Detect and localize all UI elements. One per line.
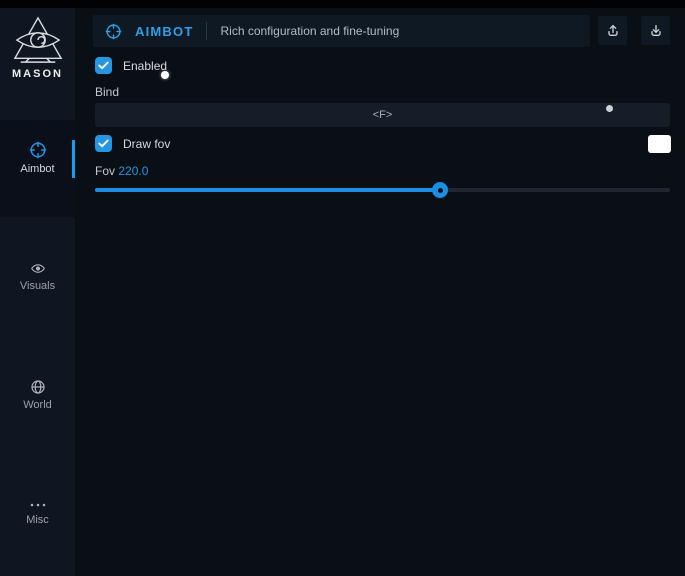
import-config-button[interactable] — [641, 16, 670, 45]
draw-fov-row: Draw fov — [95, 135, 170, 152]
fov-color-swatch[interactable] — [648, 135, 671, 153]
top-strip — [0, 0, 685, 8]
drag-dot — [606, 105, 613, 112]
brand-name: MASON — [0, 68, 75, 80]
upload-icon — [605, 23, 621, 39]
sidebar-item-misc[interactable]: Misc — [0, 500, 75, 526]
cursor-dot — [161, 71, 169, 79]
enabled-row: Enabled — [95, 57, 167, 74]
sidebar: MASON Aimbot Visuals — [0, 8, 75, 576]
header-divider — [206, 22, 207, 40]
fov-slider-fill — [95, 188, 440, 192]
fov-label: Fov 220.0 — [95, 164, 148, 178]
sidebar-item-label: Visuals — [0, 280, 75, 292]
check-icon — [98, 139, 109, 148]
fov-label-text: Fov — [95, 164, 115, 178]
sidebar-item-visuals[interactable]: Visuals — [0, 261, 75, 292]
bind-input[interactable]: <F> — [95, 103, 670, 127]
enabled-checkbox[interactable] — [95, 57, 112, 74]
draw-fov-checkbox[interactable] — [95, 135, 112, 152]
crosshair-icon — [0, 141, 75, 159]
sidebar-item-aimbot[interactable]: Aimbot — [0, 141, 75, 175]
download-icon — [648, 23, 664, 39]
crosshair-icon — [105, 23, 122, 40]
sidebar-item-label: Misc — [0, 514, 75, 526]
fov-slider[interactable] — [95, 188, 670, 192]
app-window: MASON Aimbot Visuals — [0, 0, 685, 576]
fov-value: 220.0 — [118, 164, 148, 178]
sidebar-item-label: World — [0, 399, 75, 411]
sidebar-item-label: Aimbot — [0, 163, 75, 175]
section-subtitle: Rich configuration and fine-tuning — [220, 24, 399, 38]
sidebar-item-world[interactable]: World — [0, 379, 75, 411]
enabled-label: Enabled — [123, 59, 167, 73]
bind-value: <F> — [373, 109, 393, 121]
ellipsis-icon — [0, 500, 75, 510]
export-config-button[interactable] — [598, 16, 627, 45]
bind-label: Bind — [95, 85, 119, 99]
brand-logo: MASON — [0, 16, 75, 80]
eye-icon — [0, 261, 75, 276]
globe-icon — [0, 379, 75, 395]
draw-fov-label: Draw fov — [123, 137, 170, 151]
fov-slider-handle[interactable] — [432, 182, 448, 198]
section-header: AIMBOT Rich configuration and fine-tunin… — [93, 15, 590, 47]
pyramid-eye-icon — [0, 16, 75, 66]
check-icon — [98, 61, 109, 70]
section-title: AIMBOT — [135, 24, 193, 39]
